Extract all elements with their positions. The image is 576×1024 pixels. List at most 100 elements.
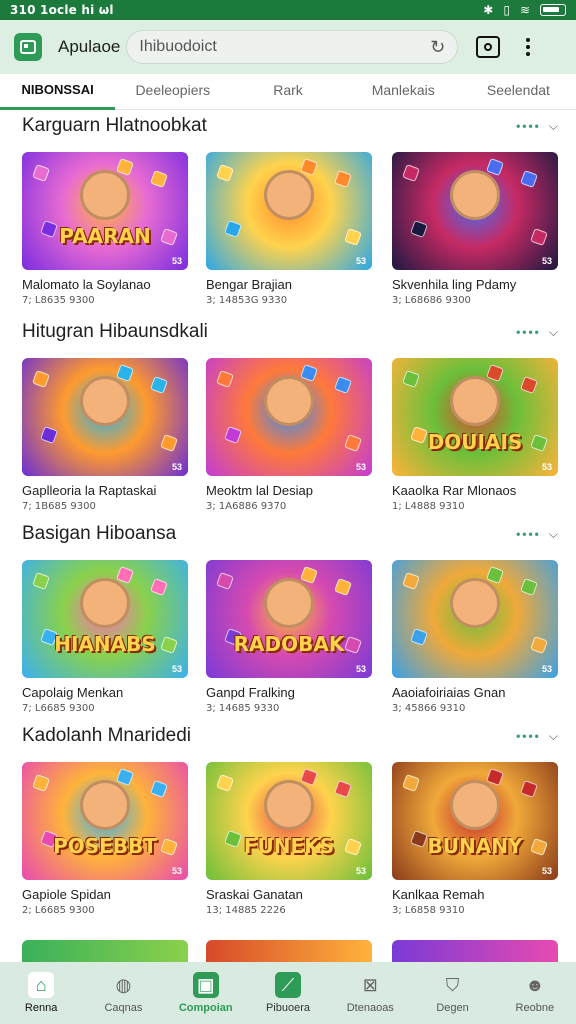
game-thumbnail[interactable]: 53 [392, 560, 558, 678]
bluetooth-icon: ✱ [483, 3, 494, 17]
tab-0[interactable]: NIBONSSAI [0, 74, 116, 110]
nav-games[interactable]: ◍ Caqnas [82, 962, 164, 1024]
game-stats: 3; 14853G 9330 [206, 295, 288, 306]
game-thumbnail[interactable]: 53 [392, 152, 558, 270]
gem-icon [150, 376, 168, 394]
game-title: Kaaolka Rar Mlonaos [392, 483, 517, 498]
game-thumbnail[interactable]: PAARAN 53 [22, 152, 188, 270]
section-2: Basigan Hiboansa •••• ⌵ HIANABS 53 Capolaig M… [0, 520, 576, 720]
gem-icon [334, 578, 352, 596]
character-art [264, 170, 314, 220]
basketball-icon: ◍ [115, 974, 132, 995]
profile-icon: ☻ [525, 974, 545, 995]
section-more-button[interactable]: •••• ⌵ [516, 729, 558, 744]
gem-icon [344, 434, 362, 452]
nav-filter[interactable]: ⟋ Pibuoera [247, 962, 329, 1024]
character-art [450, 578, 500, 628]
nav-profile[interactable]: ☻ Reobne [494, 962, 576, 1024]
game-card[interactable]: 53 Bengar Brajian 3; 14853G 9330 [206, 152, 372, 306]
game-card[interactable]: POSEBBT 53 Gapiole Spidan 2; L6685 9300 [22, 762, 188, 916]
chevron-down-icon: ⌵ [548, 324, 558, 339]
game-stats: 3; 1A6886 9370 [206, 501, 287, 512]
game-card[interactable]: 53 Meoktm lal Desiap 3; 1A6886 9370 [206, 358, 372, 512]
game-thumbnail[interactable]: BUNANY 53 [392, 762, 558, 880]
camera-button[interactable] [476, 36, 501, 58]
gem-icon [160, 434, 178, 452]
rating-badge: 53 [541, 462, 552, 472]
nav-shield[interactable]: ⛉ Degen [411, 962, 493, 1024]
game-title: Sraskai Ganatan [206, 887, 303, 902]
gem-icon [410, 220, 428, 238]
battery-icon [540, 4, 566, 16]
game-thumbnail[interactable]: 53 [206, 358, 372, 476]
gem-icon [224, 220, 242, 238]
section-header: Basigan Hiboansa •••• ⌵ [22, 520, 558, 548]
game-thumbnail[interactable]: 53 [22, 358, 188, 476]
gem-icon [150, 780, 168, 798]
download-icon: ⊠ [362, 974, 378, 995]
game-thumbnail[interactable]: FUNEKS 53 [206, 762, 372, 880]
overflow-menu-button[interactable] [526, 38, 531, 56]
wifi-icon: ≋ [519, 3, 530, 17]
game-stats: 7; L6685 9300 [22, 703, 95, 714]
game-thumbnail[interactable]: HIANABS 53 [22, 560, 188, 678]
gem-icon [32, 572, 50, 590]
refresh-icon[interactable]: ↻ [430, 37, 445, 58]
gem-icon [402, 572, 420, 590]
game-logo-text: RADOBAK [233, 632, 345, 656]
game-card[interactable]: BUNANY 53 Kanlkaa Remah 3; L6858 9310 [392, 762, 558, 916]
game-card[interactable]: PAARAN 53 Malomato la Soylanao 7; L8635 930… [22, 152, 188, 306]
character-art [80, 170, 130, 220]
chevron-down-icon: ⌵ [548, 728, 558, 743]
tab-2[interactable]: Rark [230, 74, 345, 110]
game-thumbnail[interactable]: RADOBAK 53 [206, 560, 372, 678]
rating-badge: 53 [355, 462, 366, 472]
game-thumbnail[interactable]: 53 [206, 152, 372, 270]
game-thumbnail[interactable]: DOUIAIS 53 [392, 358, 558, 476]
section-title: Karguarn Hlatnoobkat [22, 115, 207, 136]
gem-icon [216, 370, 234, 388]
section-3: Kadolanh Mnaridedi •••• ⌵ POSEBBT 53 Gapiole … [0, 722, 576, 922]
game-stats: 3; 45866 9310 [392, 703, 466, 714]
game-title: Capolaig Menkan [22, 685, 124, 700]
game-card[interactable]: DOUIAIS 53 Kaaolka Rar Mlonaos 1; L4888 931… [392, 358, 558, 512]
nav-downloads[interactable]: ⊠ Dtenaoas [329, 962, 411, 1024]
section-header: Hitugran Hibaunsdkali •••• ⌵ [22, 318, 558, 346]
game-card[interactable]: FUNEKS 53 Sraskai Ganatan 13; 14885 2226 [206, 762, 372, 916]
game-stats: 1; L4888 9310 [392, 501, 465, 512]
search-input[interactable] [139, 38, 420, 56]
game-card[interactable]: RADOBAK 53 Ganpd Fralking 3; 14685 9330 [206, 560, 372, 714]
game-logo-text: PAARAN [59, 224, 151, 248]
game-card[interactable]: 53 Skvenhila ling Pdamy 3; L68686 9300 [392, 152, 558, 306]
tab-4[interactable]: Seelendat [461, 74, 576, 110]
gem-icon [402, 164, 420, 182]
filter-icon: ⟋ [274, 972, 301, 998]
gem-icon [530, 636, 548, 654]
section-title: Kadolanh Mnaridedi [22, 725, 192, 746]
section-more-button[interactable]: •••• ⌵ [516, 325, 558, 340]
tab-3[interactable]: Manlekais [346, 74, 461, 110]
gem-icon [216, 774, 234, 792]
tab-1[interactable]: Deeleopiers [115, 74, 230, 110]
game-card[interactable]: 53 Gaplleoria la Raptaskai 7; 1B685 9300 [22, 358, 188, 512]
section-header: Kadolanh Mnaridedi •••• ⌵ [22, 722, 558, 750]
section-more-button[interactable]: •••• ⌵ [516, 527, 558, 542]
character-art [264, 376, 314, 426]
search-bar[interactable]: ↻ [126, 30, 459, 64]
nav-home[interactable]: ⌂ Renna [0, 962, 82, 1024]
shield-icon: ⛉ [445, 974, 460, 995]
character-art [264, 780, 314, 830]
character-art [450, 376, 500, 426]
nav-campaign[interactable]: ▣ Compoian [165, 962, 247, 1024]
game-logo-text: BUNANY [427, 834, 523, 858]
character-art [264, 578, 314, 628]
section-more-button[interactable]: •••• ⌵ [516, 119, 558, 134]
character-art [80, 376, 130, 426]
app-title: Apulaoe [58, 37, 121, 56]
game-stats: 3; L6858 9310 [392, 905, 465, 916]
game-card[interactable]: 53 Aaoiafoiriaias Gnan 3; 45866 9310 [392, 560, 558, 714]
rating-badge: 53 [355, 664, 366, 674]
nav-downloads-label: Dtenaoas [346, 1002, 394, 1014]
game-card[interactable]: HIANABS 53 Capolaig Menkan 7; L6685 9300 [22, 560, 188, 714]
game-thumbnail[interactable]: POSEBBT 53 [22, 762, 188, 880]
